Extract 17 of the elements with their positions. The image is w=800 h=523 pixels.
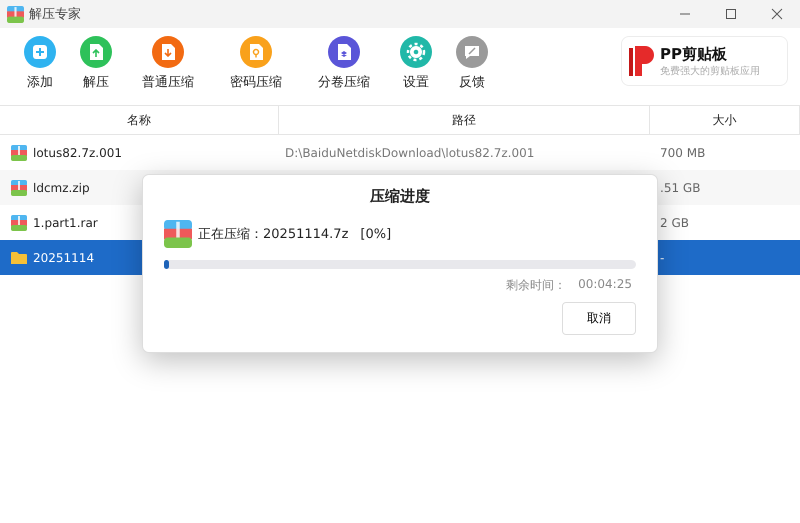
ad-title: PP剪贴板 (660, 44, 728, 64)
file-size: .51 GB (660, 180, 700, 194)
status-text: 正在压缩：20251114.7z (198, 226, 348, 243)
remaining-label: 剩余时间： (506, 277, 566, 294)
file-name: 20251114 (33, 250, 94, 264)
file-name: lotus82.7z.001 (33, 146, 122, 160)
remaining-time: 00:04:25 (578, 277, 632, 293)
file-size: 2 GB (660, 216, 689, 230)
file-path: D:\BaiduNetdiskDownload\lotus82.7z.001 (285, 146, 534, 160)
file-name: 1.part1.rar (33, 216, 98, 230)
file-size: - (660, 250, 664, 264)
file-size: 700 MB (660, 146, 706, 160)
file-name: ldcmz.zip (33, 180, 90, 194)
window-title: 解压专家 (29, 6, 81, 23)
dialog-title: 压缩进度 (370, 187, 430, 206)
percent-text: [0%] (360, 226, 392, 242)
ad-subtitle: 免费强大的剪贴板应用 (660, 64, 760, 78)
